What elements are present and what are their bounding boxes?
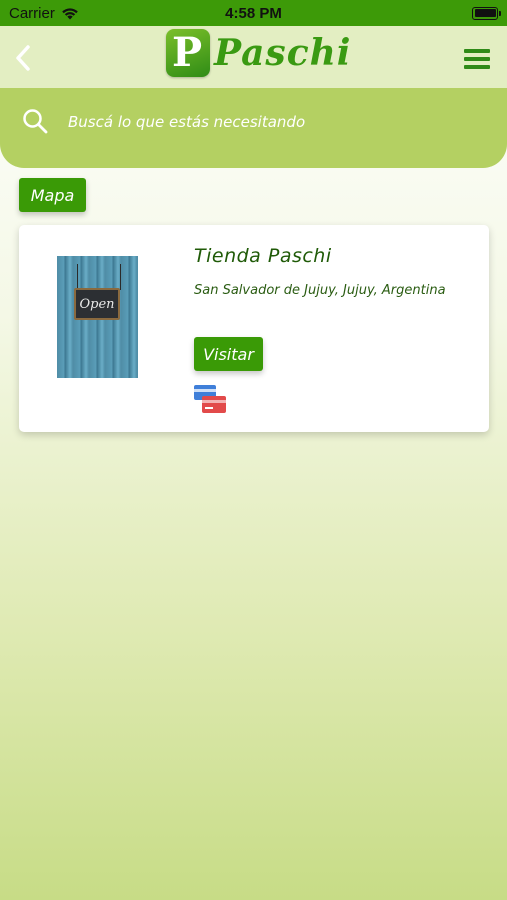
paschi-logo: P Paschi xyxy=(166,26,351,80)
logo-mark: P xyxy=(166,29,210,77)
hamburger-menu-icon[interactable] xyxy=(464,49,490,69)
battery-icon xyxy=(472,6,501,20)
store-name[interactable]: Tienda Paschi xyxy=(194,245,332,267)
store-image[interactable]: Open xyxy=(57,256,138,378)
store-address: San Salvador de Jujuy, Jujuy, Argentina xyxy=(194,283,446,298)
wifi-icon xyxy=(62,7,78,19)
open-sign: Open xyxy=(74,288,120,320)
status-bar: Carrier 4:58 PM xyxy=(0,0,507,26)
back-button[interactable] xyxy=(10,41,36,75)
search-bar xyxy=(0,88,507,168)
map-button[interactable]: Mapa xyxy=(19,178,86,212)
search-icon[interactable] xyxy=(22,108,48,134)
search-input[interactable] xyxy=(68,108,478,136)
chevron-left-icon xyxy=(16,45,30,71)
status-left: Carrier xyxy=(9,5,79,22)
visit-button[interactable]: Visitar xyxy=(194,337,263,371)
store-card[interactable]: Open Tienda Paschi San Salvador de Jujuy… xyxy=(19,225,489,432)
credit-cards-icon xyxy=(194,385,226,413)
carrier-label: Carrier xyxy=(9,4,55,22)
app-header: P Paschi xyxy=(0,26,507,88)
logo-text: Paschi xyxy=(214,32,352,74)
